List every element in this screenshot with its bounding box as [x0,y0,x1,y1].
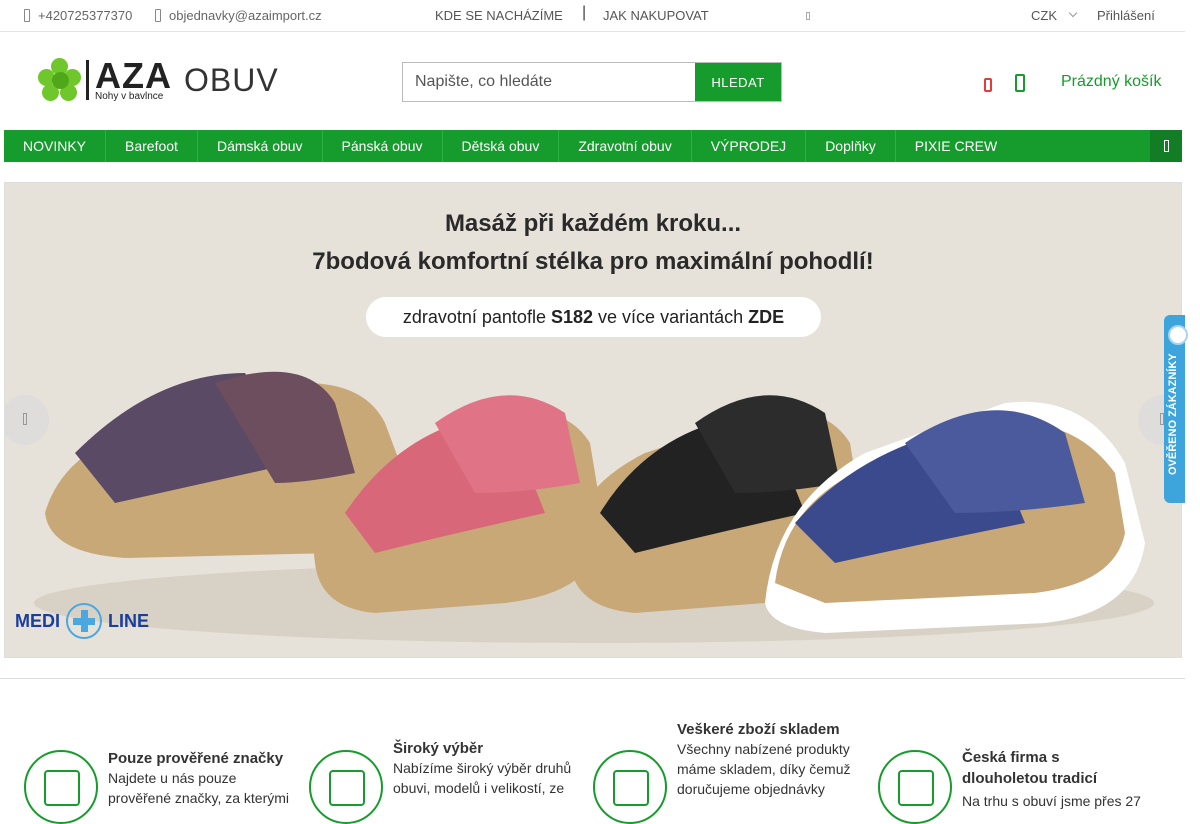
medi-line-logo: MEDI LINE [15,603,149,639]
nav-item-damska-obuv[interactable]: Dámská obuv [198,130,323,162]
site-logo[interactable]: AZA Nohy v bavlnce OBUV [38,54,279,102]
nav-item-barefoot[interactable]: Barefoot [106,130,198,162]
feature-desc: Najdete u nás pouze prověřené značky, za… [108,770,290,806]
logo-text: AZA Nohy v bavlnce [95,54,172,102]
nav-item-detska-obuv[interactable]: Dětská obuv [443,130,560,162]
feature-title: Veškeré zboží skladem [677,721,840,738]
sandals-image [34,371,1154,643]
phone-icon [24,9,30,22]
search-button[interactable]: HLEDAT [695,63,781,101]
email-contact[interactable]: objednavky@azaimport.cz [155,8,322,23]
more-menu-button[interactable] [1150,130,1182,162]
top-separator: | [582,4,587,21]
nav-item-panska-obuv[interactable]: Pánská obuv [323,130,443,162]
feature-desc: Na trhu s obuví jsme přes 27 [962,793,1141,809]
chevron-left-icon [23,413,27,425]
cart-label[interactable]: Prázdný košík [1061,73,1161,91]
login-link[interactable]: Přihlášení [1097,8,1155,23]
nav-item-zdravotni-obuv[interactable]: Zdravotní obuv [559,130,692,162]
header: AZA Nohy v bavlnce OBUV HLEDAT Prázdný k… [0,32,1185,130]
flower-logo-icon [38,58,82,102]
heart-flag-icon [878,750,952,824]
verified-badge-text: OVĚŘENO ZÁKAZNÍKY [1167,353,1179,475]
search-form: HLEDAT [402,62,782,102]
dropdown-icon[interactable] [806,12,810,20]
email-address[interactable]: objednavky@azaimport.cz [169,8,322,23]
link-how-to-buy[interactable]: JAK NAKUPOVAT [603,8,709,23]
menu-icon [1164,140,1169,152]
logo-divider [86,60,89,100]
feature-desc: Všechny nabízené produkty máme skladem, … [677,741,851,797]
heart-icon[interactable] [984,78,992,92]
feature-title: Pouze prověřené značky [108,750,284,767]
nav-item-vyprodej[interactable]: VÝPRODEJ [692,130,807,162]
section-divider [0,678,1185,679]
cart-icon[interactable] [1015,74,1025,92]
nav-item-novinky[interactable]: NOVINKY [4,130,107,162]
boxes-icon [593,750,667,824]
phone-number[interactable]: +420725377370 [38,8,132,23]
currency-select[interactable]: CZK [1031,8,1057,23]
top-bar: +420725377370 objednavky@azaimport.cz KD… [0,0,1185,32]
award-icon [24,750,98,824]
main-navigation: NOVINKY Barefoot Dámská obuv Pánská obuv… [4,130,1182,162]
verified-badge[interactable]: OVĚŘENO ZÁKAZNÍKY [1164,315,1188,503]
logo-brand: AZA [95,54,172,96]
nav-item-doplnky[interactable]: Doplňky [806,130,896,162]
feature-desc: Nabízíme široký výběr druhů obuvi, model… [393,760,572,796]
brand-medi: MEDI [15,610,60,631]
brand-line: LINE [108,610,150,631]
link-location[interactable]: KDE SE NACHÁZÍME [435,8,563,23]
hero-banner[interactable]: Masáž při každém kroku... 7bodová komfor… [4,182,1182,658]
feature-title: Široký výběr [393,740,484,757]
mail-icon [155,9,161,22]
logo-tagline: Nohy v bavlnce [95,90,164,102]
nav-item-pixie-crew[interactable]: PIXIE CREW [896,130,1016,162]
phone-contact[interactable]: +420725377370 [24,8,132,23]
feature-title: Česká firma s dlouholetou tradicí [962,749,1097,787]
medical-cross-icon [66,603,102,639]
chevron-down-icon[interactable] [1068,8,1078,18]
logo-suffix: OBUV [184,61,279,98]
search-input[interactable] [403,63,695,101]
shoe-icon [309,750,383,824]
